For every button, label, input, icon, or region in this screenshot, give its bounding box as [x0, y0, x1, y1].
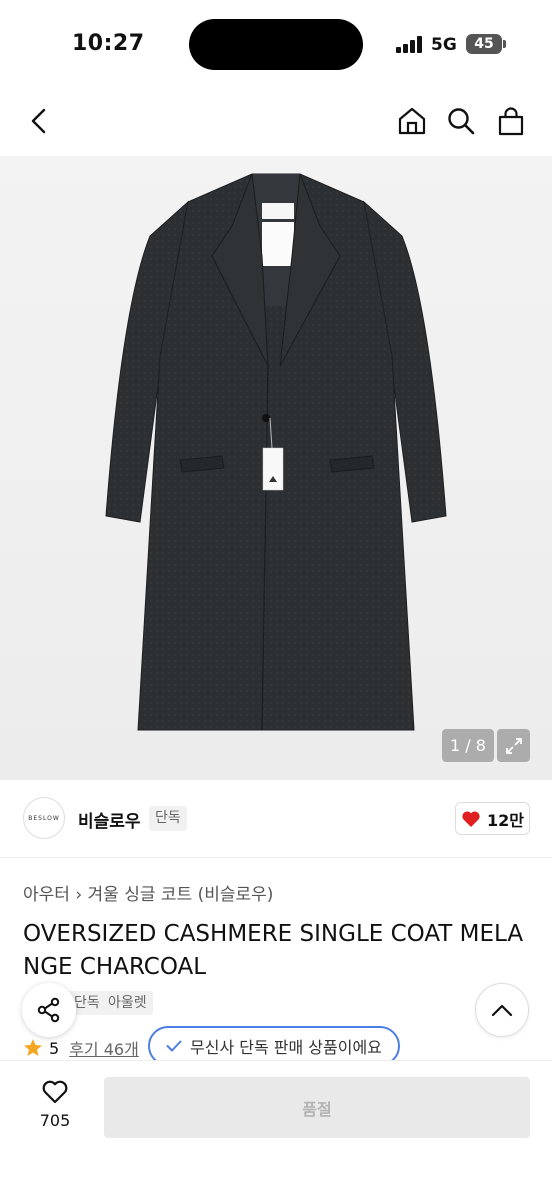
chevron-up-icon	[491, 1004, 513, 1017]
chevron-right-icon: ›	[75, 885, 88, 905]
top-nav	[0, 90, 552, 156]
breadcrumb-category[interactable]: 아우터	[23, 885, 70, 905]
product-tag-outlet: 아울렛	[102, 991, 153, 1015]
brand-logo[interactable]: BESLOW	[23, 797, 65, 839]
like-count: 12만	[487, 810, 524, 830]
dynamic-island	[189, 19, 363, 70]
shopping-bag-icon	[498, 107, 524, 136]
coat-image	[105, 173, 447, 731]
wishlist-count: 705	[39, 1111, 71, 1130]
home-icon	[398, 107, 426, 135]
product-image-carousel[interactable]: 1 / 8	[0, 156, 552, 780]
network-type: 5G	[431, 35, 457, 55]
back-button[interactable]	[22, 104, 56, 138]
expand-button[interactable]	[497, 729, 530, 762]
expand-icon	[505, 737, 522, 754]
breadcrumb-subcategory[interactable]: 겨울 싱글 코트 (비슬로우)	[88, 885, 274, 905]
rating-row: 5 후기 46개	[23, 1033, 139, 1063]
scroll-top-button[interactable]	[475, 983, 529, 1037]
home-button[interactable]	[395, 104, 429, 138]
brand-row: BESLOW 비슬로우 단독 12만	[0, 780, 552, 858]
sold-out-button[interactable]: 품절	[104, 1077, 530, 1138]
battery-icon: 45	[466, 34, 502, 54]
exclusive-badge-label: 무신사 단독 판매 상품이에요	[190, 1038, 382, 1057]
cart-button[interactable]	[494, 104, 528, 138]
brand-like-button[interactable]: 12만	[455, 802, 530, 835]
exclusive-tag: 단독	[149, 806, 187, 831]
check-icon	[166, 1040, 182, 1052]
share-icon	[37, 997, 60, 1023]
status-time: 10:27	[72, 31, 145, 56]
heart-filled-icon	[462, 811, 480, 827]
wishlist-button[interactable]: 705	[30, 1079, 80, 1139]
rating-score: 5	[49, 1038, 60, 1058]
battery-tip	[503, 40, 506, 48]
product-title: OVERSIZED CASHMERE SINGLE COAT MELANGE C…	[23, 921, 524, 980]
breadcrumb: 아우터 › 겨울 싱글 코트 (비슬로우)	[23, 880, 273, 905]
review-link[interactable]: 후기 46개	[69, 1036, 139, 1060]
heart-outline-icon	[42, 1080, 68, 1104]
search-button[interactable]	[444, 104, 478, 138]
status-bar: 10:27 5G 45	[0, 0, 552, 90]
image-counter: 1 / 8	[442, 729, 494, 762]
star-icon	[24, 1039, 42, 1056]
share-button[interactable]	[22, 983, 76, 1037]
signal-icon	[396, 36, 422, 53]
back-arrow-icon	[31, 108, 46, 134]
brand-name[interactable]: 비슬로우	[78, 807, 141, 832]
search-icon	[448, 108, 475, 135]
bottom-action-bar: 705 품절	[0, 1060, 552, 1200]
